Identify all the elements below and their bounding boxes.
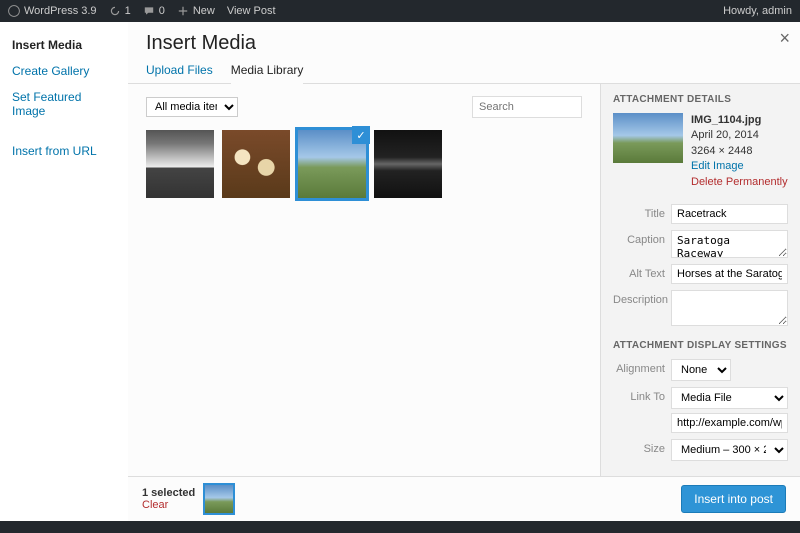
- wordpress-icon: [8, 5, 20, 17]
- title-label: Title: [613, 204, 665, 220]
- attachment-thumb[interactable]: [222, 130, 290, 198]
- alt-input[interactable]: [671, 264, 788, 284]
- details-thumbnail: [613, 113, 683, 163]
- delete-permanently-link[interactable]: Delete Permanently: [691, 175, 788, 190]
- adminbar-new[interactable]: New: [177, 5, 215, 17]
- attachment-thumb[interactable]: [374, 130, 442, 198]
- size-label: Size: [613, 439, 665, 455]
- details-date: April 20, 2014: [691, 128, 788, 143]
- attachment-thumb[interactable]: [146, 130, 214, 198]
- comment-icon: [143, 5, 155, 17]
- tab-upload-files[interactable]: Upload Files: [146, 63, 213, 83]
- selected-count: 1 selected: [142, 487, 195, 499]
- media-library: All media items: [128, 84, 600, 476]
- linkto-label: Link To: [613, 387, 665, 403]
- details-dimensions: 3264 × 2448: [691, 144, 788, 159]
- plus-icon: [177, 5, 189, 17]
- alt-label: Alt Text: [613, 264, 665, 280]
- adminbar-viewpost[interactable]: View Post: [227, 5, 276, 17]
- description-label: Description: [613, 290, 665, 306]
- media-tabs: Upload Files Media Library: [128, 55, 800, 84]
- adminbar-howdy[interactable]: Howdy, admin: [723, 5, 792, 17]
- insert-into-post-button[interactable]: Insert into post: [681, 485, 786, 513]
- search-input[interactable]: [472, 96, 582, 118]
- sidebar-item-insert-url[interactable]: Insert from URL: [0, 138, 128, 164]
- close-icon[interactable]: ×: [779, 28, 790, 49]
- sidebar-item-insert-media[interactable]: Insert Media: [0, 32, 128, 58]
- admin-bar: WordPress 3.9 1 0 New View Post Howdy, a…: [0, 0, 800, 22]
- new-label: New: [193, 5, 215, 17]
- size-select[interactable]: Medium – 300 × 225: [671, 439, 788, 461]
- linkto-select[interactable]: Media File: [671, 387, 788, 409]
- link-url-input[interactable]: [671, 413, 788, 433]
- adminbar-wordpress[interactable]: WordPress 3.9: [8, 5, 97, 17]
- site-name: WordPress 3.9: [24, 5, 97, 17]
- details-filename: IMG_1104.jpg: [691, 113, 788, 128]
- alignment-select[interactable]: None: [671, 359, 731, 381]
- display-settings-heading: ATTACHMENT DISPLAY SETTINGS: [613, 340, 788, 351]
- update-icon: [109, 5, 121, 17]
- modal-footer: 1 selected Clear Insert into post: [128, 476, 800, 521]
- sidebar-item-create-gallery[interactable]: Create Gallery: [0, 58, 128, 84]
- howdy-text: Howdy, admin: [723, 5, 792, 17]
- title-input[interactable]: [671, 204, 788, 224]
- viewpost-label: View Post: [227, 5, 276, 17]
- alignment-label: Alignment: [613, 359, 665, 375]
- page-footer: [0, 521, 800, 533]
- details-heading: ATTACHMENT DETAILS: [613, 94, 788, 105]
- clear-link[interactable]: Clear: [142, 499, 195, 511]
- comment-count: 0: [159, 5, 165, 17]
- selected-thumb[interactable]: [205, 485, 233, 513]
- sidebar-item-set-featured[interactable]: Set Featured Image: [0, 84, 128, 124]
- check-icon[interactable]: [352, 126, 370, 144]
- modal-title: Insert Media: [146, 32, 782, 55]
- caption-input[interactable]: Saratoga Raceway: [671, 230, 788, 258]
- adminbar-updates[interactable]: 1: [109, 5, 131, 17]
- description-input[interactable]: [671, 290, 788, 326]
- attachment-details-panel: ATTACHMENT DETAILS IMG_1104.jpg April 20…: [600, 84, 800, 476]
- tab-media-library[interactable]: Media Library: [231, 63, 304, 84]
- adminbar-comments[interactable]: 0: [143, 5, 165, 17]
- thumbnail-grid: [146, 130, 582, 198]
- edit-image-link[interactable]: Edit Image: [691, 159, 788, 174]
- update-count: 1: [125, 5, 131, 17]
- attachment-thumb-selected[interactable]: [298, 130, 366, 198]
- media-modal: Insert Media × Upload Files Media Librar…: [128, 22, 800, 521]
- media-sidebar: Insert Media Create Gallery Set Featured…: [0, 22, 128, 533]
- caption-label: Caption: [613, 230, 665, 246]
- media-filter-select[interactable]: All media items: [146, 97, 238, 117]
